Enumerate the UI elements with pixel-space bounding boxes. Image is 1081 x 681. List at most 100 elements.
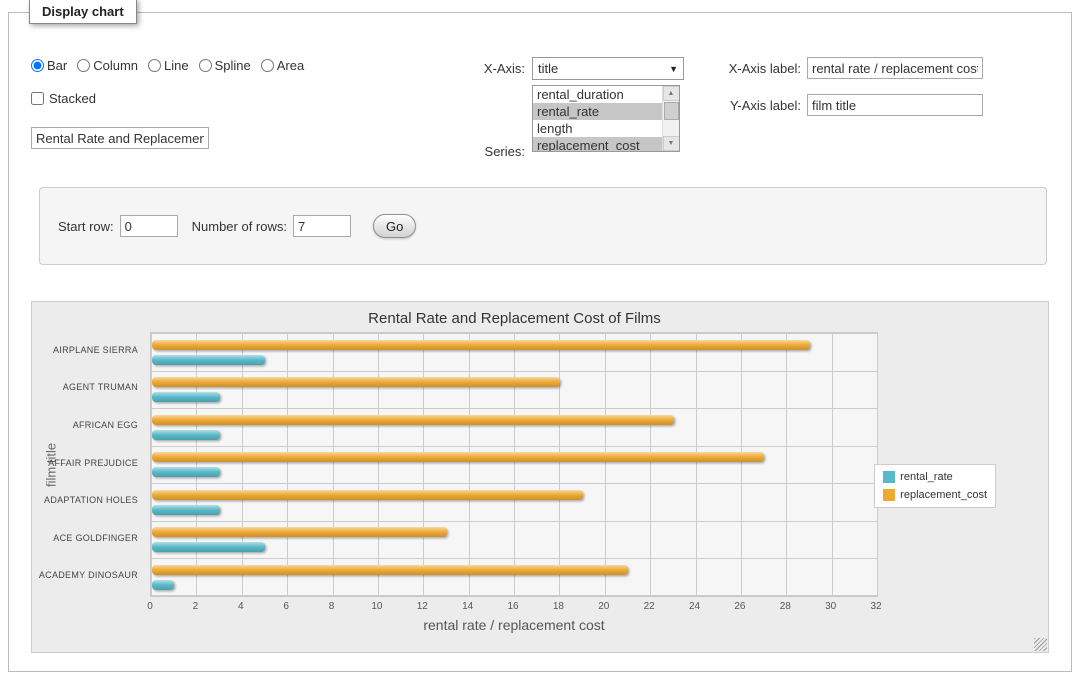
radio-column[interactable] xyxy=(77,59,90,72)
gridline-y xyxy=(151,371,877,372)
x-tick-label: 0 xyxy=(135,601,165,612)
chart-legend: rental_rate replacement_cost xyxy=(874,464,996,508)
gridline-y xyxy=(151,446,877,447)
gridline-x xyxy=(514,333,515,596)
category-label: AFRICAN EGG xyxy=(32,420,138,430)
category-label: ACE GOLDFINGER xyxy=(32,533,138,543)
x-tick-label: 6 xyxy=(271,601,301,612)
num-rows-input[interactable] xyxy=(293,215,351,237)
series-options: rental_durationrental_ratelengthreplacem… xyxy=(533,86,662,151)
x-axis-select[interactable]: title ▼ xyxy=(532,57,684,80)
legend-item-rental_rate[interactable]: rental_rate xyxy=(883,471,987,483)
x-axis-selected-value: title xyxy=(538,61,558,76)
start-row-input[interactable] xyxy=(120,215,178,237)
x-axis-label-label: X-Axis label: xyxy=(697,61,801,76)
start-row-label: Start row: xyxy=(58,219,114,234)
stacked-option[interactable]: Stacked xyxy=(31,91,96,106)
series-option-length[interactable]: length xyxy=(533,120,662,137)
go-button[interactable]: Go xyxy=(373,214,416,238)
scroll-down-icon[interactable]: ▼ xyxy=(663,136,680,151)
x-tick-label: 2 xyxy=(180,601,210,612)
x-tick-label: 22 xyxy=(634,601,664,612)
gridline-x xyxy=(605,333,606,596)
x-tick-label: 14 xyxy=(453,601,483,612)
chart-type-option-column[interactable]: Column xyxy=(77,58,138,73)
gridline-y xyxy=(151,408,877,409)
resize-handle-icon[interactable] xyxy=(1034,638,1047,651)
gridline-x xyxy=(469,333,470,596)
chart-type-option-spline[interactable]: Spline xyxy=(199,58,251,73)
radio-bar[interactable] xyxy=(31,59,44,72)
legend-swatch xyxy=(883,489,895,501)
gridline-y xyxy=(151,595,877,596)
gridline-x xyxy=(559,333,560,596)
y-axis-label-label: Y-Axis label: xyxy=(697,98,801,113)
display-chart-fieldset: Display chart BarColumnLineSplineArea St… xyxy=(8,12,1072,672)
x-tick-label: 28 xyxy=(770,601,800,612)
fieldset-legend: Display chart xyxy=(29,0,137,24)
num-rows-label: Number of rows: xyxy=(192,219,287,234)
gridline-x xyxy=(378,333,379,596)
category-labels: AIRPLANE SIERRA AGENT TRUMAN AFRICAN EGG AF… xyxy=(32,332,144,597)
x-tick-label: 32 xyxy=(861,601,891,612)
chart-type-option-bar[interactable]: Bar xyxy=(31,58,67,73)
radio-line[interactable] xyxy=(148,59,161,72)
category-label: AIRPLANE SIERRA xyxy=(32,345,138,355)
radio-label: Area xyxy=(277,58,304,73)
gridline-x xyxy=(333,333,334,596)
series-select-label: Series: xyxy=(439,144,525,159)
chart-type-option-line[interactable]: Line xyxy=(148,58,189,73)
gridline-x xyxy=(287,333,288,596)
x-tick-label: 24 xyxy=(680,601,710,612)
x-axis-label-input[interactable] xyxy=(807,57,983,79)
radio-spline[interactable] xyxy=(199,59,212,72)
x-tick-label: 10 xyxy=(362,601,392,612)
radio-area[interactable] xyxy=(261,59,274,72)
bar-replacement_cost xyxy=(152,340,810,350)
gridline-x xyxy=(786,333,787,596)
bar-replacement_cost xyxy=(152,377,560,387)
chart-title: Rental Rate and Replacement Cost of Film… xyxy=(32,310,997,327)
category-label: ADAPTATION HOLES xyxy=(32,495,138,505)
gridline-x xyxy=(696,333,697,596)
radio-label: Line xyxy=(164,58,189,73)
x-tick-label: 12 xyxy=(407,601,437,612)
chart-type-option-area[interactable]: Area xyxy=(261,58,304,73)
chart-type-radiogroup: Bar Column Line Spline Area xyxy=(31,58,304,73)
x-ticks: 02468101214161820222426283032 xyxy=(150,601,878,613)
scroll-up-icon[interactable]: ▲ xyxy=(663,86,680,101)
series-option-replacement_cost[interactable]: replacement_cost xyxy=(533,137,662,151)
series-option-rental_duration[interactable]: rental_duration xyxy=(533,86,662,103)
category-label: AFFAIR PREJUDICE xyxy=(32,458,138,468)
gridline-x xyxy=(832,333,833,596)
bar-rental_rate xyxy=(152,505,220,515)
chevron-down-icon: ▼ xyxy=(669,64,678,74)
stacked-checkbox[interactable] xyxy=(31,92,44,105)
x-tick-label: 4 xyxy=(226,601,256,612)
legend-label: rental_rate xyxy=(900,471,953,483)
chart-title-input[interactable] xyxy=(31,127,209,149)
category-label: AGENT TRUMAN xyxy=(32,382,138,392)
radio-label: Spline xyxy=(215,58,251,73)
series-scrollbar[interactable]: ▲ ▼ xyxy=(662,86,679,151)
bar-rental_rate xyxy=(152,355,265,365)
x-tick-label: 8 xyxy=(317,601,347,612)
chart-x-axis-label: rental rate / replacement cost xyxy=(150,617,878,633)
bar-replacement_cost xyxy=(152,565,628,575)
gridline-y xyxy=(151,558,877,559)
x-tick-label: 30 xyxy=(816,601,846,612)
legend-swatch xyxy=(883,471,895,483)
y-axis-label-input[interactable] xyxy=(807,94,983,116)
legend-item-replacement_cost[interactable]: replacement_cost xyxy=(883,489,987,501)
category-label: ACADEMY DINOSAUR xyxy=(32,570,138,580)
bar-rental_rate xyxy=(152,467,220,477)
bar-rental_rate xyxy=(152,542,265,552)
chart-container: Rental Rate and Replacement Cost of Film… xyxy=(31,301,1049,653)
x-tick-label: 26 xyxy=(725,601,755,612)
rows-fieldset: Start row: Number of rows: Go xyxy=(39,187,1047,265)
bar-rental_rate xyxy=(152,392,220,402)
series-listbox: rental_durationrental_ratelengthreplacem… xyxy=(532,85,680,152)
series-option-rental_rate[interactable]: rental_rate xyxy=(533,103,662,120)
scrollbar-thumb[interactable] xyxy=(664,102,679,120)
gridline-x xyxy=(151,333,152,596)
